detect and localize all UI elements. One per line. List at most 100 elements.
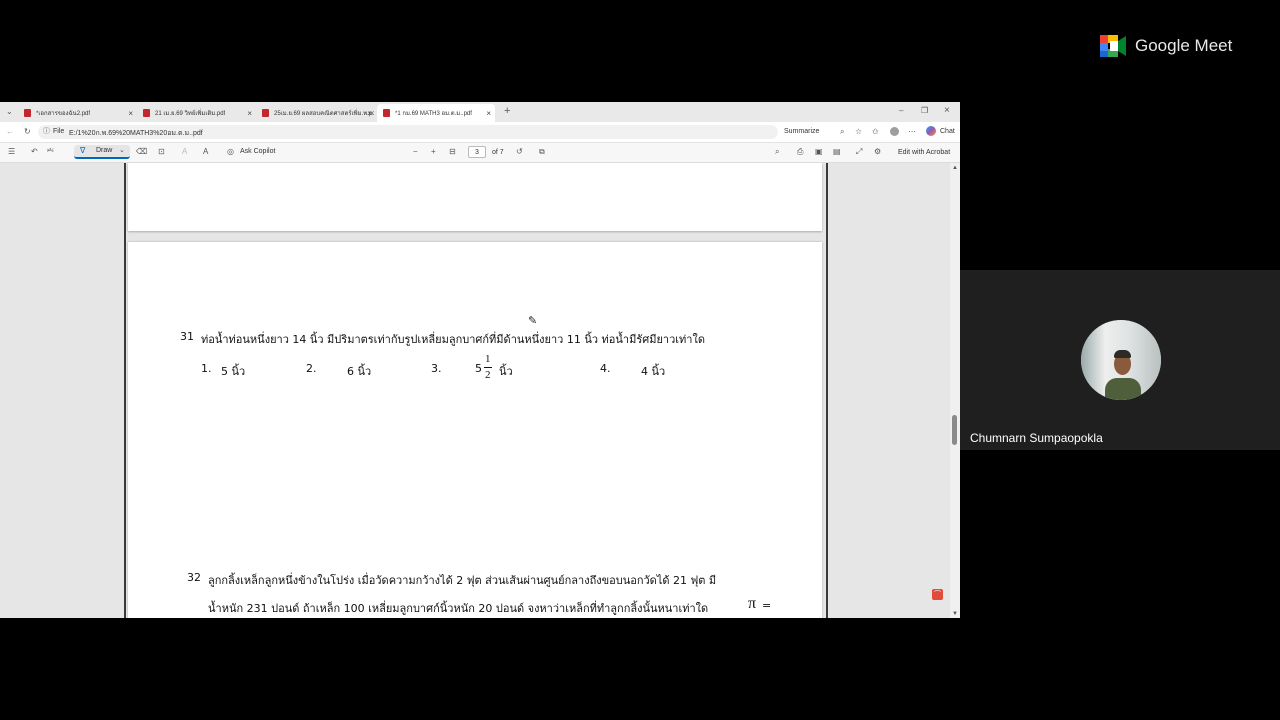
tab-label: *เอกสารของฉัน2.pdf [36, 111, 91, 117]
add-text-icon[interactable]: A [182, 147, 187, 157]
tab-label: *1 กม.69 MATH3 อม.ต.ม..pdf [395, 111, 472, 117]
fit-page-icon[interactable]: ⊟ [449, 147, 456, 157]
copilot-outline-icon: ◎ [227, 147, 234, 156]
page-view-icon[interactable]: ⧉ [539, 147, 545, 157]
new-tab-plus-icon[interactable]: + [504, 106, 510, 117]
profile-avatar[interactable] [890, 127, 899, 136]
scroll-down-icon[interactable]: ▼ [952, 609, 958, 618]
copilot-icon[interactable] [926, 126, 936, 136]
choice-4-text: 4 นิ้ว [641, 365, 666, 378]
choice-3-unit: นิ้ว [499, 365, 513, 378]
more-menu-icon[interactable]: ⋯ [908, 127, 916, 137]
rotate-icon[interactable]: ↺ [516, 147, 523, 157]
pdf-viewport[interactable]: 31 ท่อน้ำท่อนหนึ่งยาว 14 นิ้ว มีปริมาตรเ… [0, 163, 960, 618]
chat-label[interactable]: Chat [940, 128, 955, 135]
contents-list-icon[interactable]: ☰ [8, 147, 15, 157]
page-current: 3 [475, 149, 479, 156]
question-32-line-1: ลูกกลิ้งเหล็กลูกหนึ่งข้างในโปร่ง เมื่อวั… [208, 574, 717, 587]
settings-gear-icon[interactable]: ⚙ [874, 147, 881, 157]
window-close-icon[interactable]: × [944, 106, 950, 116]
tab-1[interactable]: *เอกสารของฉัน2.pdf × [18, 104, 137, 122]
choice-4-number: 4. [600, 362, 611, 375]
save-as-icon[interactable]: ▤ [833, 147, 841, 157]
tab-label: 21 เม.ย.69 วิทย์เพิ่มเติม.pdf [155, 111, 226, 117]
close-icon[interactable]: × [247, 109, 252, 118]
minimize-icon[interactable]: – [899, 106, 903, 116]
choice-3-denominator: 2 [485, 369, 491, 381]
summarize-label: Summarize [784, 128, 820, 135]
draw-pen-icon: ∇ [80, 146, 86, 155]
url-scheme-label: File [53, 128, 65, 135]
refresh-icon[interactable]: ↻ [24, 127, 31, 137]
page-total: of 7 [492, 149, 504, 156]
draw-label: Draw [96, 147, 113, 154]
pdf-icon [383, 109, 390, 117]
close-icon[interactable]: × [486, 109, 491, 118]
close-icon[interactable]: × [128, 109, 133, 118]
highlight-icon[interactable]: ⎃ [47, 147, 54, 157]
ask-copilot-button[interactable]: ◎ Ask Copilot [227, 146, 287, 158]
tab-strip: ⌄ *เอกสารของฉัน2.pdf × 21 เม.ย.69 วิทย์เ… [0, 102, 960, 122]
zoom-in-icon[interactable]: + [431, 147, 436, 157]
scroll-up-icon[interactable]: ▲ [952, 163, 958, 173]
choice-2-number: 2. [306, 362, 317, 375]
pen-cursor-icon: ✎ [528, 315, 538, 327]
pi-symbol: π [748, 595, 757, 612]
address-bar: ← ↻ ⓘ File E:/1%20ก.พ.69%20MATH3%20อม.ต.… [0, 122, 960, 143]
edit-with-acrobat-button[interactable]: Edit with Acrobat [898, 149, 950, 156]
tab-list-chevron-icon[interactable]: ⌄ [6, 107, 13, 117]
choice-3-numerator: 1 [485, 353, 491, 365]
meet-camera-icon [1100, 35, 1126, 57]
save-icon[interactable]: ▣ [815, 147, 823, 157]
undo-icon[interactable]: ↶ [31, 147, 38, 157]
tab-label: 25เม.ย.69 ผลสอบคณิตศาสตร์เพิ่ม.พ.pdf [274, 111, 374, 117]
equals-sign: = [762, 599, 772, 612]
question-32-line-2: น้ำหนัก 231 ปอนด์ ถ้าเหล็ก 100 เหลี่ยมลู… [208, 602, 709, 615]
meet-brand-text: Google Meet [1135, 36, 1233, 55]
restore-icon[interactable]: ❐ [921, 106, 928, 116]
zoom-out-icon[interactable]: − [413, 147, 418, 157]
participant-avatar [1081, 320, 1161, 400]
zoom-icon[interactable]: ⌕ [840, 127, 844, 137]
collections-icon[interactable]: ✩ [872, 127, 879, 137]
participant-name: Chumnarn Sumpaopokla [970, 431, 1103, 445]
tab-3[interactable]: 25เม.ย.69 ผลสอบคณิตศาสตร์เพิ่ม.พ.pdf × [256, 104, 376, 122]
pdf-page-previous [128, 163, 822, 231]
acrobat-icon[interactable]: ⌒ [932, 589, 943, 600]
favorite-star-icon[interactable]: ☆ [855, 127, 862, 137]
fullscreen-icon[interactable]: ⤢ [856, 147, 862, 157]
page-number-input[interactable]: 3 [468, 146, 486, 158]
pdf-page-current: 31 ท่อน้ำท่อนหนึ่งยาว 14 นิ้ว มีปริมาตรเ… [128, 242, 822, 618]
fraction-bar [484, 367, 492, 368]
erase-icon[interactable]: ⌫ [136, 147, 147, 157]
scrollbar-thumb[interactable] [952, 415, 957, 445]
url-field[interactable]: ⓘ File E:/1%20ก.พ.69%20MATH3%20อม.ต.ม..p… [38, 125, 778, 139]
participant-tile[interactable]: Chumnarn Sumpaopokla [960, 270, 1280, 450]
info-icon: ⓘ [43, 128, 50, 135]
google-meet-logo: Google Meet [1100, 34, 1250, 60]
choice-3-whole: 5 [475, 362, 482, 375]
pdf-toolbar: ☰ ↶ ⎃ ∇ Draw ⌄ ⌫ ⊡ A A ◎ Ask Copilot − +… [0, 143, 960, 163]
ask-copilot-label: Ask Copilot [240, 148, 276, 155]
choice-1-text: 5 นิ้ว [221, 365, 246, 378]
search-icon[interactable]: ⌕ [775, 147, 779, 157]
tab-4-active[interactable]: *1 กม.69 MATH3 อม.ต.ม..pdf × [377, 104, 495, 122]
back-arrow-icon[interactable]: ← [6, 127, 14, 137]
draw-button[interactable]: ∇ Draw ⌄ [74, 145, 130, 159]
pdf-icon [262, 109, 269, 117]
text-box-icon[interactable]: ⊡ [158, 147, 165, 157]
choice-2-text: 6 นิ้ว [347, 365, 372, 378]
close-icon[interactable]: × [367, 109, 372, 118]
question-31-number: 31 [180, 330, 194, 343]
print-icon[interactable]: ⎙ [797, 147, 803, 157]
choice-1-number: 1. [201, 362, 212, 375]
tab-2[interactable]: 21 เม.ย.69 วิทย์เพิ่มเติม.pdf × [137, 104, 256, 122]
read-aloud-icon[interactable]: A [203, 147, 208, 157]
question-31-text: ท่อน้ำท่อนหนึ่งยาว 14 นิ้ว มีปริมาตรเท่า… [201, 333, 705, 346]
choice-3-number: 3. [431, 362, 442, 375]
vertical-scrollbar[interactable]: ▲ ▼ [950, 163, 960, 618]
question-32-number: 32 [187, 571, 201, 584]
url-text: E:/1%20ก.พ.69%20MATH3%20อม.ต.ม..pdf [69, 130, 203, 137]
pdf-icon [24, 109, 31, 117]
browser-window: ⌄ *เอกสารของฉัน2.pdf × 21 เม.ย.69 วิทย์เ… [0, 102, 960, 618]
